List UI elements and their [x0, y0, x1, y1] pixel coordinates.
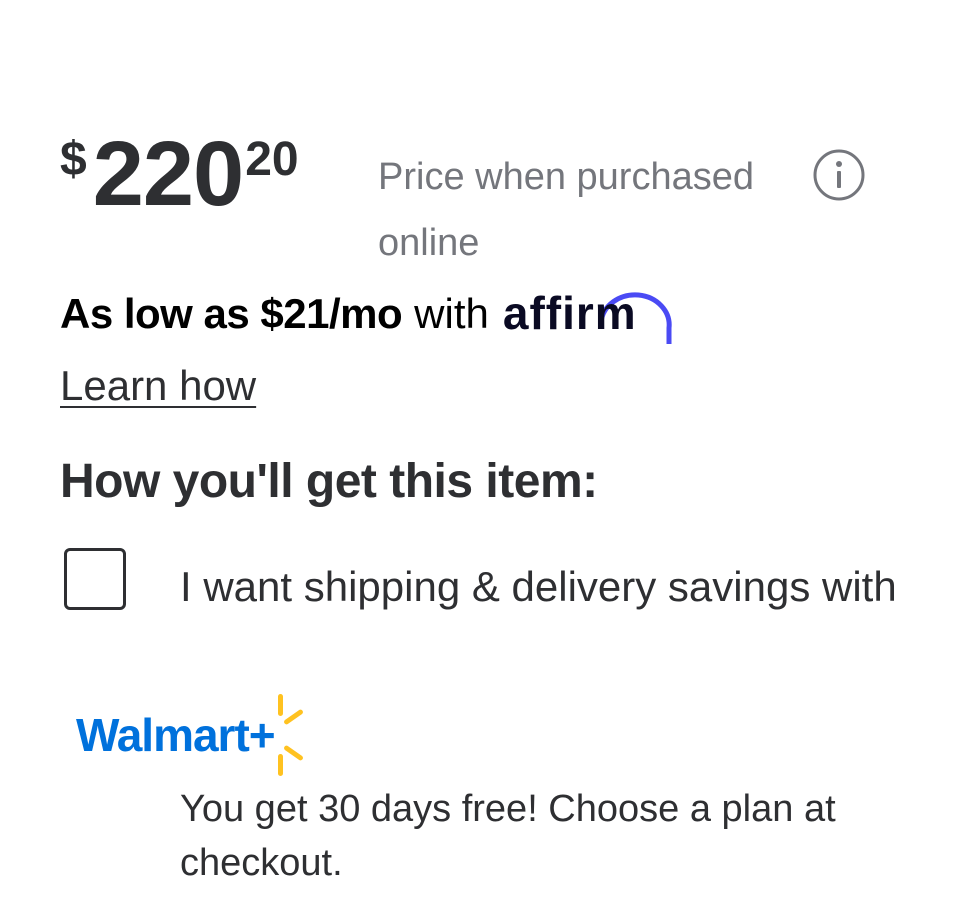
affirm-monthly-price: As low as $21/mo — [60, 290, 403, 337]
affirm-logo: affirm — [503, 284, 673, 344]
learn-how-link[interactable]: Learn how — [60, 358, 256, 414]
affirm-financing: As low as $21/mo with affirm — [60, 284, 673, 344]
walmart-plus-logo-text: Walmart+ — [76, 709, 276, 761]
walmart-spark-icon — [277, 694, 303, 776]
fulfillment-heading: How you'll get this item: — [60, 455, 598, 508]
info-circle-icon[interactable] — [812, 148, 866, 202]
price-display: $ 220 20 — [60, 128, 299, 220]
price-note: Price when purchased online — [378, 156, 754, 264]
price-dollars: 220 — [92, 123, 244, 225]
walmart-plus-checkbox[interactable] — [64, 548, 126, 610]
affirm-with-text: with — [414, 290, 489, 337]
price-cents: 20 — [245, 133, 299, 186]
walmart-plus-checkbox-label[interactable]: I want shipping & delivery savings with — [180, 550, 920, 624]
price: $ 220 20 — [60, 128, 299, 220]
walmart-plus-logo: Walmart+ — [76, 692, 315, 778]
affirm-logo-text: affirm — [502, 287, 637, 339]
walmart-plus-promo: You get 30 days free! Choose a plan at c… — [180, 788, 836, 884]
price-currency: $ — [60, 133, 87, 186]
